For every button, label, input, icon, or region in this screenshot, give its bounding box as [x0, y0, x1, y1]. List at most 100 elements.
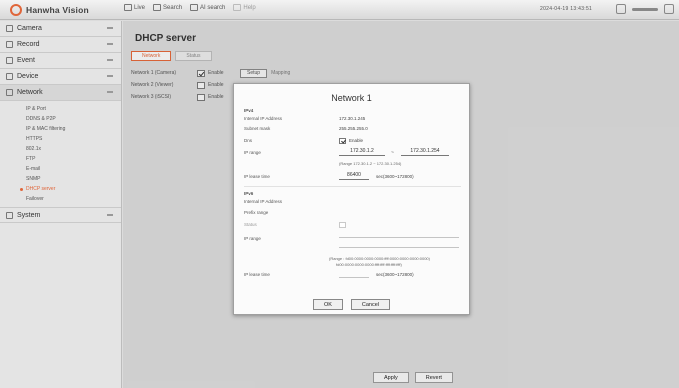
section-divider: [244, 186, 461, 187]
ipv6-range-note: (Range : fd00:0000:0000:0000:ffff:0000:0…: [329, 256, 430, 261]
sidebar-item-network[interactable]: Network: [0, 85, 121, 101]
sidebar-item-ddns-p2p[interactable]: DDNS & P2P: [0, 114, 121, 124]
nav-ai-search[interactable]: AI search: [190, 4, 225, 11]
ipv4-dns-row: Dns Enable: [244, 136, 461, 146]
status-area: [616, 4, 674, 14]
ipv6-lease-label: IP lease time: [244, 272, 270, 277]
sidebar-item-event[interactable]: Event: [0, 53, 121, 69]
sidebar-item-record[interactable]: Record: [0, 37, 121, 53]
prefix-range-label: Prefix range: [244, 210, 269, 215]
collapse-icon: [107, 43, 113, 45]
ipv6-status-label: Status: [244, 222, 257, 227]
device-icon: [6, 73, 13, 80]
sidebar-item-dhcp-server[interactable]: DHCP server: [0, 184, 121, 194]
cancel-button[interactable]: Cancel: [350, 299, 391, 310]
network-icon: [6, 89, 13, 96]
range-separator: ~: [391, 150, 394, 156]
ipv6-prefix-row: Prefix range: [244, 208, 461, 218]
sidebar-item-label: Record: [17, 41, 40, 48]
expand-icon: [107, 91, 113, 93]
ipv6-range-start-input[interactable]: [339, 230, 459, 238]
dialog-actions: OK Cancel: [234, 299, 469, 310]
volume-slider[interactable]: [632, 7, 658, 11]
nav-help-label: Help: [243, 4, 256, 11]
ipv6-internal-ip-label: Internal IP Address: [244, 199, 282, 204]
ipv6-ip-range-row: IP range: [244, 234, 461, 248]
lease-time-label: IP lease time: [244, 174, 270, 179]
sidebar-item-label: Network: [17, 89, 43, 96]
sidebar-item-email[interactable]: E-mail: [0, 164, 121, 174]
lease-time-unit: sec(3600~172800): [376, 174, 414, 179]
record-icon: [6, 41, 13, 48]
ok-button[interactable]: OK: [312, 299, 343, 310]
sidebar-item-ip-port[interactable]: IP & Port: [0, 104, 121, 114]
brand-mark-icon: [10, 4, 22, 16]
nav-help[interactable]: Help: [233, 4, 256, 11]
sidebar-item-failover[interactable]: Failover: [0, 194, 121, 204]
dns-label: Dns: [244, 138, 253, 143]
search-icon: [153, 4, 162, 11]
ipv4-ip-range-row: IP range 172.30.1.2 ~ 172.30.1.254: [244, 148, 461, 158]
lease-time-input[interactable]: 86400: [339, 172, 369, 180]
system-icon: [6, 211, 13, 219]
sidebar-item-ip-mac-filtering[interactable]: IP & MAC filtering: [0, 124, 121, 134]
nav-search-label: Search: [163, 4, 183, 11]
sidebar-item-device[interactable]: Device: [0, 69, 121, 85]
sidebar-item-8021x[interactable]: 802.1x: [0, 144, 121, 154]
brand-logo: Hanwha Vision: [10, 3, 89, 17]
event-icon: [6, 57, 13, 64]
network-submenu: IP & Port DDNS & P2P IP & MAC filtering …: [0, 101, 121, 207]
top-bar: Hanwha Vision Live Search AI search Help…: [0, 0, 679, 20]
sidebar-item-snmp[interactable]: SNMP: [0, 174, 121, 184]
ip-range-end-input[interactable]: 172.30.1.254: [401, 148, 449, 156]
sidebar-item-camera[interactable]: Camera: [0, 21, 121, 37]
top-navigation: Live Search AI search Help: [124, 4, 256, 11]
camera-icon: [6, 25, 13, 32]
ip-range-start-input[interactable]: 172.30.1.2: [339, 148, 385, 156]
ipv6-internal-ip-row: Internal IP Address: [244, 197, 461, 207]
ipv6-lease-row: IP lease time sec(3600~172800): [244, 270, 461, 280]
sidebar: Camera Record Event Device Network IP & …: [0, 21, 122, 388]
notification-icon[interactable]: [616, 4, 626, 14]
menu-icon[interactable]: [664, 4, 674, 14]
sidebar-item-label: Event: [17, 57, 35, 64]
nav-search[interactable]: Search: [153, 4, 182, 11]
ipv4-heading: IPv4: [244, 108, 254, 113]
ai-search-icon: [190, 4, 199, 11]
brand-name: Hanwha Vision: [26, 5, 89, 15]
nav-ai-search-label: AI search: [200, 4, 226, 11]
collapse-icon: [107, 59, 113, 61]
subnet-mask-label: Subnet mask: [244, 126, 271, 131]
nvr-app: Hanwha Vision Live Search AI search Help…: [0, 0, 679, 388]
collapse-icon: [107, 27, 113, 29]
ip-range-label: IP range: [244, 150, 261, 155]
collapse-icon: [107, 75, 113, 77]
clock: 2024-04-19 13:43:51: [540, 6, 593, 12]
ipv6-range-end-input[interactable]: [339, 240, 459, 248]
subnet-mask-value: 255.255.255.0: [339, 126, 368, 131]
sidebar-item-label: Device: [17, 73, 39, 80]
nav-live[interactable]: Live: [124, 4, 145, 11]
sidebar-item-label: System: [17, 211, 41, 219]
internal-ip-label: Internal IP Address: [244, 116, 282, 121]
dns-enable-checkbox[interactable]: [339, 138, 346, 144]
ip-range-note: (Range 172.30.1.2 ~ 172.30.1.254): [339, 161, 402, 166]
nav-live-label: Live: [134, 4, 146, 11]
ipv6-heading: IPv6: [244, 191, 254, 196]
dialog-title: Network 1: [331, 93, 372, 103]
dns-enable-label: Enable: [349, 138, 364, 143]
ipv6-lease-input[interactable]: [339, 270, 369, 278]
sidebar-item-https[interactable]: HTTPS: [0, 134, 121, 144]
sidebar-item-system[interactable]: System: [0, 207, 121, 223]
monitor-icon: [124, 4, 132, 11]
ipv4-internal-ip-row: Internal IP Address 172.30.1.245: [244, 114, 461, 124]
ipv6-lease-unit: sec(3600~172800): [376, 272, 414, 277]
sidebar-item-ftp[interactable]: FTP: [0, 154, 121, 164]
ipv6-status-checkbox[interactable]: [339, 222, 346, 228]
help-icon: [233, 4, 242, 11]
ipv4-lease-row: IP lease time 86400 sec(3600~172800): [244, 172, 461, 182]
internal-ip-value: 172.30.1.245: [339, 116, 366, 121]
ipv6-status-row: Status: [244, 220, 461, 230]
ipv4-subnet-row: Subnet mask 255.255.255.0: [244, 124, 461, 134]
network-setup-dialog: Network 1 IPv4 Internal IP Address 172.3…: [233, 83, 470, 315]
